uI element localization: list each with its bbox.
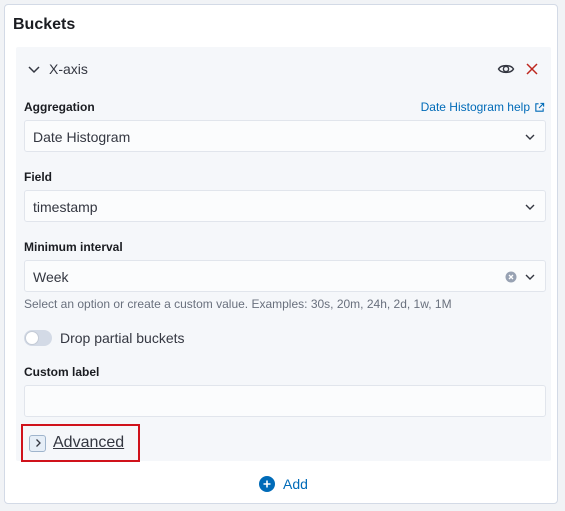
chevron-down-icon xyxy=(525,134,535,140)
advanced-toggle[interactable]: Advanced xyxy=(21,424,140,462)
drop-partial-switch[interactable] xyxy=(24,330,52,346)
field-select[interactable]: timestamp xyxy=(24,190,546,222)
interval-hint: Select an option or create a custom valu… xyxy=(24,297,452,311)
accordion-title: X-axis xyxy=(49,61,88,77)
aggregation-label: Aggregation xyxy=(24,100,95,114)
accordion-header[interactable]: X-axis xyxy=(16,47,551,91)
chevron-right-icon xyxy=(35,439,41,447)
custom-label-input[interactable] xyxy=(24,385,546,417)
chevron-down-icon xyxy=(525,204,535,210)
interval-select[interactable]: Week xyxy=(24,260,546,292)
date-histogram-help-link[interactable]: Date Histogram help xyxy=(421,100,545,114)
external-link-icon xyxy=(535,102,545,112)
aggregation-value: Date Histogram xyxy=(33,129,131,145)
panel-title: Buckets xyxy=(13,16,76,33)
add-button[interactable]: Add xyxy=(259,476,308,492)
eye-icon[interactable] xyxy=(497,60,515,78)
interval-value: Week xyxy=(33,269,69,285)
interval-label: Minimum interval xyxy=(24,240,123,254)
drop-partial-label[interactable]: Drop partial buckets xyxy=(60,330,185,346)
chevron-down-icon[interactable] xyxy=(26,61,42,77)
chevron-down-icon[interactable] xyxy=(523,270,537,284)
switch-knob xyxy=(25,331,39,345)
drop-partial-toggle-row: Drop partial buckets xyxy=(24,328,185,348)
plus-circle-icon xyxy=(259,476,275,492)
close-icon[interactable] xyxy=(524,61,540,77)
aggregation-select[interactable]: Date Histogram xyxy=(24,120,546,152)
help-link-text[interactable]: Date Histogram help xyxy=(421,100,530,114)
advanced-label[interactable]: Advanced xyxy=(53,434,124,452)
field-value: timestamp xyxy=(33,199,98,215)
bucket-accordion: X-axis Aggregation Date Histogram help D… xyxy=(16,47,551,462)
clear-icon[interactable] xyxy=(505,271,517,283)
field-label: Field xyxy=(24,170,53,184)
advanced-expand-button[interactable] xyxy=(29,434,46,452)
buckets-panel: Buckets X-axis Aggregation Date Histogra… xyxy=(4,4,558,504)
add-label[interactable]: Add xyxy=(283,476,308,492)
custom-label-label: Custom label xyxy=(24,365,100,379)
